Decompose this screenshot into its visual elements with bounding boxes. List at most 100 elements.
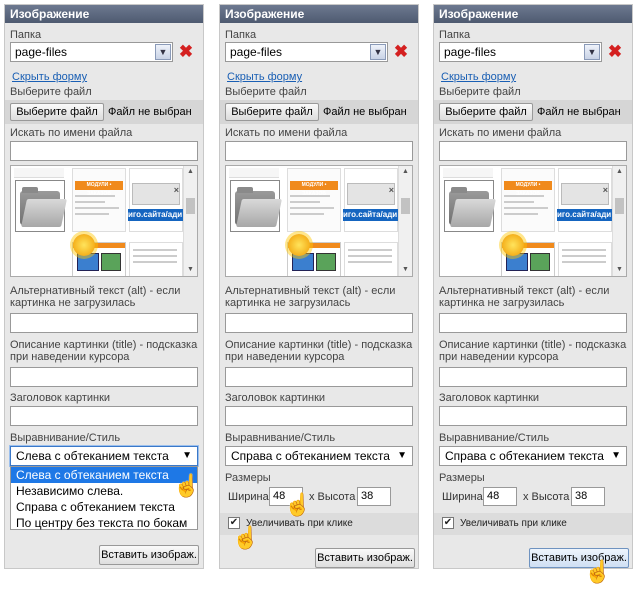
thumb-bar-text: МОДУЛИ • ЗАКАЗОВ [504, 181, 552, 197]
dropdown-option[interactable]: По центру без текста по бокам [11, 515, 197, 531]
red-x-icon[interactable]: ✖ [606, 43, 624, 61]
caret-down-icon: ▼ [397, 450, 407, 461]
scroll-down-icon[interactable]: ▼ [184, 264, 197, 276]
thumbnail-header [443, 168, 493, 178]
star-icon [288, 234, 310, 256]
heading-input[interactable] [439, 406, 627, 426]
no-file-text: Файл не выбран [537, 106, 621, 118]
folder-select[interactable]: page-files ▼ [439, 42, 602, 62]
folder-value: page-files [230, 45, 283, 59]
chevron-down-icon[interactable]: ▼ [370, 44, 386, 60]
height-input[interactable]: 38 [357, 487, 391, 506]
thumbnail-item[interactable]: × иго.сайта/ади [343, 168, 399, 232]
file-row: Выберите файл Файл не выбран [220, 100, 418, 124]
scrollbar[interactable]: ▲ ▼ [612, 166, 626, 276]
thumbnail-item[interactable] [129, 242, 183, 276]
search-input[interactable] [225, 141, 413, 161]
panel-title: Изображение [434, 5, 632, 23]
alt-input[interactable] [439, 313, 627, 333]
red-x-icon[interactable]: ✖ [392, 43, 410, 61]
folder-icon[interactable] [444, 180, 496, 232]
scroll-down-icon[interactable]: ▼ [613, 264, 626, 276]
title-input[interactable] [439, 367, 627, 387]
thumb-site-text: иго.сайта/ади [343, 209, 399, 221]
hand-pointer-icon: ☝ [232, 525, 260, 550]
folder-select[interactable]: page-files ▼ [10, 42, 173, 62]
chevron-down-icon[interactable]: ▼ [155, 44, 171, 60]
folder-label: Папка [439, 29, 471, 41]
hide-form-link[interactable]: Скрыть форму [12, 71, 87, 83]
heading-input[interactable] [225, 406, 413, 426]
scrollbar[interactable]: ▲ ▼ [398, 166, 412, 276]
thumbnail-item[interactable] [344, 242, 398, 276]
scrollbar[interactable]: ▲ ▼ [183, 166, 197, 276]
scroll-up-icon[interactable]: ▲ [399, 166, 412, 178]
align-select[interactable]: Справа с обтеканием текста ▼ [225, 446, 413, 466]
heading-label: Заголовок картинки [225, 392, 326, 404]
scroll-up-icon[interactable]: ▲ [613, 166, 626, 178]
title-label: Описание картинки (title) - подсказка пр… [10, 339, 198, 363]
title-input[interactable] [225, 367, 413, 387]
align-value: Слева с обтеканием текста [16, 449, 169, 463]
heading-input[interactable] [10, 406, 198, 426]
dropdown-option[interactable]: Справа с обтеканием текста [11, 499, 197, 515]
insert-image-button[interactable]: Вставить изображ. [529, 548, 629, 568]
scroll-down-icon[interactable]: ▼ [399, 264, 412, 276]
width-label: Ширина [442, 491, 483, 503]
folder-icon[interactable] [15, 180, 67, 232]
thumbnail-item[interactable]: МОДУЛИ • ЗАКАЗОВ [287, 168, 341, 232]
choose-file-button[interactable]: Выберите файл [439, 103, 533, 121]
heading-label: Заголовок картинки [439, 392, 540, 404]
sizes-label: Размеры [225, 472, 271, 484]
thumbnail-item[interactable]: × иго.сайта/ади [557, 168, 613, 232]
hide-form-link[interactable]: Скрыть форму [441, 71, 516, 83]
choose-file-label: Выберите файл [10, 86, 92, 98]
search-input[interactable] [439, 141, 627, 161]
thumbnail-item[interactable] [558, 242, 612, 276]
width-input[interactable]: 48 [483, 487, 517, 506]
align-select[interactable]: Справа с обтеканием текста ▼ [439, 446, 627, 466]
search-label: Искать по имени файла [439, 127, 562, 139]
hide-form-link[interactable]: Скрыть форму [227, 71, 302, 83]
choose-file-label: Выберите файл [439, 86, 521, 98]
hand-pointer-icon: ☝ [584, 559, 612, 584]
size-row: Ширина 48 x Высота 38 [439, 486, 629, 508]
height-label: x Высота [523, 491, 570, 503]
thumb-site-text: иго.сайта/ади [557, 209, 613, 221]
folder-icon[interactable] [230, 180, 282, 232]
dropdown-option[interactable]: Независимо слева. [11, 483, 197, 499]
folder-label: Папка [225, 29, 257, 41]
thumbnail-grid: МОДУЛИ • ЗАКАЗОВ × иго.сайта/ади ▲ ▼ [439, 165, 627, 277]
hand-pointer-icon: ☝ [284, 492, 312, 517]
choose-file-button[interactable]: Выберите файл [225, 103, 319, 121]
folder-select[interactable]: page-files ▼ [225, 42, 388, 62]
dropdown-option[interactable]: Слева с обтеканием текста [11, 467, 197, 483]
align-value: Справа с обтеканием текста [445, 449, 604, 463]
thumbnail-item[interactable]: МОДУЛИ • ЗАКАЗОВ [501, 168, 555, 232]
alt-input[interactable] [225, 313, 413, 333]
search-input[interactable] [10, 141, 198, 161]
thumbnail-header [14, 168, 64, 178]
alt-label: Альтернативный текст (alt) - если картин… [439, 285, 610, 309]
scroll-up-icon[interactable]: ▲ [184, 166, 197, 178]
thumbnail-item[interactable]: × иго.сайта/ади [128, 168, 184, 232]
chevron-down-icon[interactable]: ▼ [584, 44, 600, 60]
red-x-icon[interactable]: ✖ [177, 43, 195, 61]
alt-input[interactable] [10, 313, 198, 333]
hand-pointer-icon: ☝ [173, 473, 201, 498]
alt-label: Альтернативный текст (alt) - если картин… [10, 285, 181, 309]
height-input[interactable]: 38 [571, 487, 605, 506]
enlarge-checkbox[interactable]: ✔ [442, 517, 454, 529]
thumbnail-item[interactable]: МОДУЛИ • ЗАКАЗОВ [72, 168, 126, 232]
thumb-bar-text: МОДУЛИ • ЗАКАЗОВ [75, 181, 123, 197]
width-label: Ширина [228, 491, 269, 503]
insert-image-button[interactable]: Вставить изображ. [99, 545, 199, 565]
thumbnail-grid: МОДУЛИ • ЗАКАЗОВ × иго.сайта/ади ▲ ▼ [225, 165, 413, 277]
choose-file-button[interactable]: Выберите файл [10, 103, 104, 121]
insert-image-button[interactable]: Вставить изображ. [315, 548, 415, 568]
align-select[interactable]: Слева с обтеканием текста ▼ [10, 446, 198, 466]
title-input[interactable] [10, 367, 198, 387]
align-dropdown: Слева с обтеканием текста Независимо сле… [10, 466, 198, 530]
no-file-text: Файл не выбран [108, 106, 192, 118]
align-label: Выравнивание/Стиль [10, 432, 121, 444]
